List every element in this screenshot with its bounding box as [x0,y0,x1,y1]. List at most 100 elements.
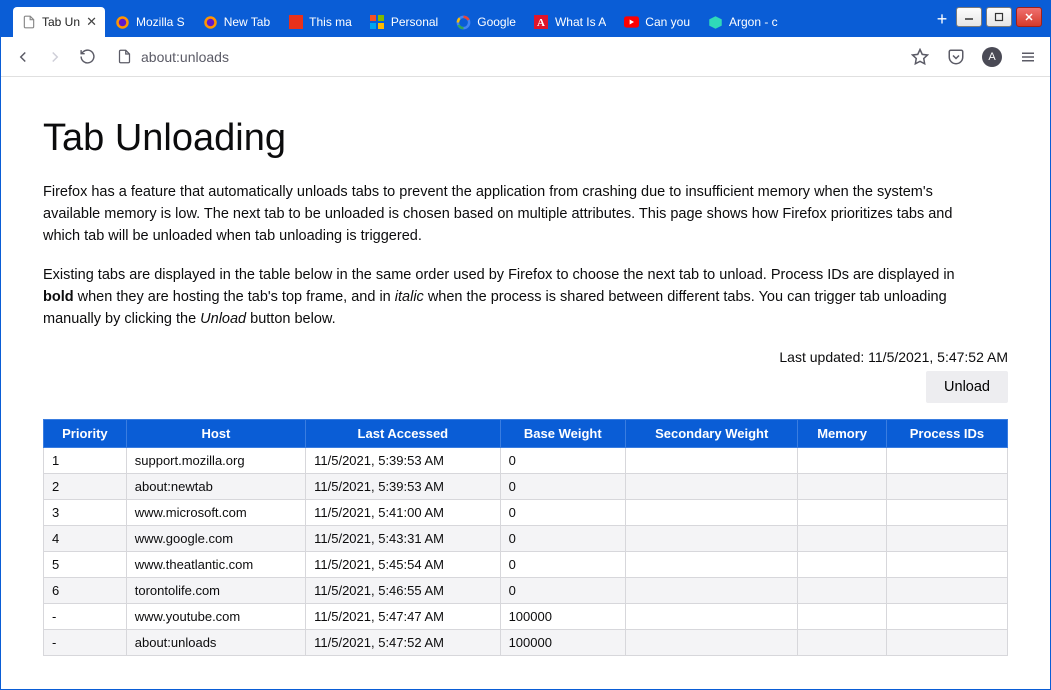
table-row: 5www.theatlantic.com11/5/2021, 5:45:54 A… [44,551,1008,577]
cell-mem [798,629,887,655]
cell-priority: - [44,603,127,629]
cell-priority: 2 [44,473,127,499]
cell-mem [798,551,887,577]
cell-pid [886,473,1007,499]
cell-base: 0 [500,447,625,473]
column-header: Last Accessed [306,419,500,447]
cell-last: 11/5/2021, 5:47:47 AM [306,603,500,629]
browser-tab[interactable]: This ma [280,7,360,37]
table-row: -about:unloads11/5/2021, 5:47:52 AM10000… [44,629,1008,655]
cell-last: 11/5/2021, 5:39:53 AM [306,473,500,499]
cell-pid [886,577,1007,603]
cell-mem [798,603,887,629]
cell-sec [626,577,798,603]
cell-pid [886,603,1007,629]
cell-last: 11/5/2021, 5:46:55 AM [306,577,500,603]
url-text: about:unloads [141,49,229,65]
cell-sec [626,525,798,551]
cell-base: 0 [500,499,625,525]
window-controls [956,1,1050,37]
cell-priority: 6 [44,577,127,603]
intro-paragraph-2: Existing tabs are displayed in the table… [43,265,983,330]
browser-tab[interactable]: New Tab [195,7,278,37]
cell-priority: 1 [44,447,127,473]
table-row: 4www.google.com11/5/2021, 5:43:31 AM0 [44,525,1008,551]
cell-host: about:newtab [126,473,305,499]
tab-label: Personal [391,15,438,29]
column-header: Priority [44,419,127,447]
column-header: Base Weight [500,419,625,447]
bookmark-star-icon[interactable] [910,47,930,67]
cell-host: www.youtube.com [126,603,305,629]
new-tab-button[interactable]: + [928,1,956,37]
pocket-icon[interactable] [946,47,966,67]
browser-tab[interactable]: Argon - c [700,7,786,37]
account-avatar[interactable]: A [982,47,1002,67]
browser-tab[interactable]: AWhat Is A [526,7,614,37]
toolbar: about:unloads A [1,37,1050,77]
tabs-table: PriorityHostLast AccessedBase WeightSeco… [43,419,1008,656]
window-close-button[interactable] [1016,7,1042,27]
table-row: 6torontolife.com11/5/2021, 5:46:55 AM0 [44,577,1008,603]
firefox-icon [115,15,130,30]
unload-button[interactable]: Unload [926,371,1008,403]
cell-pid [886,525,1007,551]
reload-button[interactable] [77,47,97,67]
browser-tab[interactable]: Mozilla S [107,7,193,37]
cell-base: 100000 [500,629,625,655]
tab-label: Mozilla S [136,15,185,29]
microsoft-red-icon [288,15,303,30]
microsoft-icon [370,15,385,30]
cell-pid [886,551,1007,577]
tab-label: New Tab [224,15,270,29]
window-maximize-button[interactable] [986,7,1012,27]
cell-sec [626,629,798,655]
browser-tab[interactable]: Can you [616,7,698,37]
browser-tab[interactable]: Tab Unloa ✕ [13,7,105,37]
cell-mem [798,473,887,499]
cell-sec [626,447,798,473]
cell-host: www.google.com [126,525,305,551]
cell-mem [798,525,887,551]
table-row: 1support.mozilla.org11/5/2021, 5:39:53 A… [44,447,1008,473]
tab-label: Google [477,15,516,29]
tab-close-icon[interactable]: ✕ [86,15,97,29]
cell-last: 11/5/2021, 5:43:31 AM [306,525,500,551]
page-content: Tab Unloading Firefox has a feature that… [1,77,1050,689]
tab-label: Can you [645,15,690,29]
column-header: Memory [798,419,887,447]
table-row: 3www.microsoft.com11/5/2021, 5:41:00 AM0 [44,499,1008,525]
blank-icon [21,15,36,30]
cell-mem [798,499,887,525]
cell-mem [798,577,887,603]
cell-host: www.microsoft.com [126,499,305,525]
cell-base: 100000 [500,603,625,629]
firefox-icon [203,15,218,30]
cell-mem [798,447,887,473]
cell-priority: 5 [44,551,127,577]
table-row: -www.youtube.com11/5/2021, 5:47:47 AM100… [44,603,1008,629]
window-minimize-button[interactable] [956,7,982,27]
cell-host: about:unloads [126,629,305,655]
browser-tab[interactable]: Google [448,7,524,37]
cell-base: 0 [500,525,625,551]
cell-priority: - [44,629,127,655]
cell-last: 11/5/2021, 5:47:52 AM [306,629,500,655]
back-button[interactable] [13,47,33,67]
column-header: Host [126,419,305,447]
cell-pid [886,499,1007,525]
forward-button[interactable] [45,47,65,67]
titlebar: Tab Unloa ✕ Mozilla S New Tab This ma Persona… [1,1,1050,37]
column-header: Process IDs [886,419,1007,447]
browser-tab[interactable]: Personal [362,7,446,37]
cell-last: 11/5/2021, 5:39:53 AM [306,447,500,473]
cell-sec [626,603,798,629]
cell-sec [626,499,798,525]
app-menu-icon[interactable] [1018,47,1038,67]
cell-base: 0 [500,577,625,603]
tab-label: Tab Unloa [42,15,80,29]
tab-label: This ma [309,15,352,29]
youtube-icon [624,15,639,30]
atlantic-icon: A [534,15,549,30]
url-bar[interactable]: about:unloads [109,49,898,65]
